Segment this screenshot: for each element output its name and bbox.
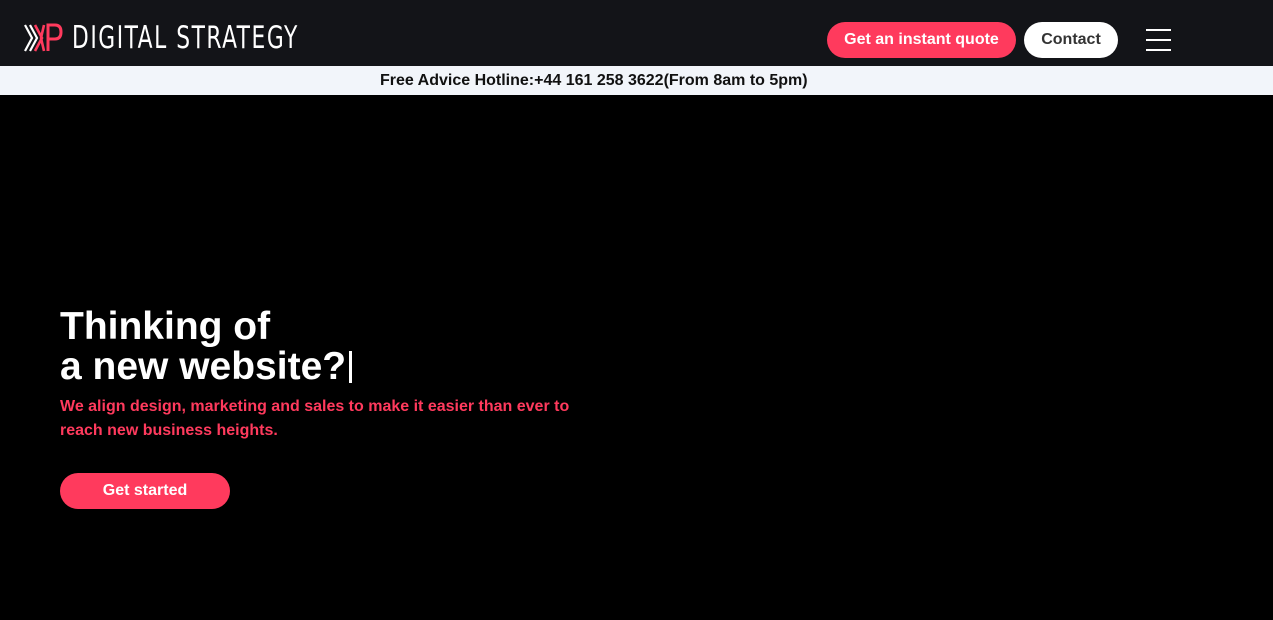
typing-cursor [349,351,353,383]
headline-line-2-text: a new website? [60,345,347,388]
hero-headline: Thinking of a new website? [60,305,353,388]
hamburger-menu-icon[interactable] [1144,27,1174,53]
site-logo[interactable]: DIGITAL STRATEGY [24,20,363,56]
headline-line-2: a new website? [60,345,353,388]
hero-subtitle: We align design, marketing and sales to … [60,398,570,439]
hotline-bar: Free Advice Hotline:+44 161 258 3622(Fro… [0,66,1273,95]
contact-button[interactable]: Contact [1024,22,1118,58]
instant-quote-button[interactable]: Get an instant quote [827,22,1016,58]
get-started-button[interactable]: Get started [60,473,230,509]
hero-section: Thinking of a new website? We align desi… [0,95,1273,620]
site-header: DIGITAL STRATEGY Get an instant quote Co… [0,0,1273,66]
logo-text: DIGITAL STRATEGY [72,19,299,56]
headline-line-1: Thinking of [60,305,271,348]
kp-logo-icon [24,23,63,52]
hotline-text: Free Advice Hotline:+44 161 258 3622(Fro… [380,72,808,89]
